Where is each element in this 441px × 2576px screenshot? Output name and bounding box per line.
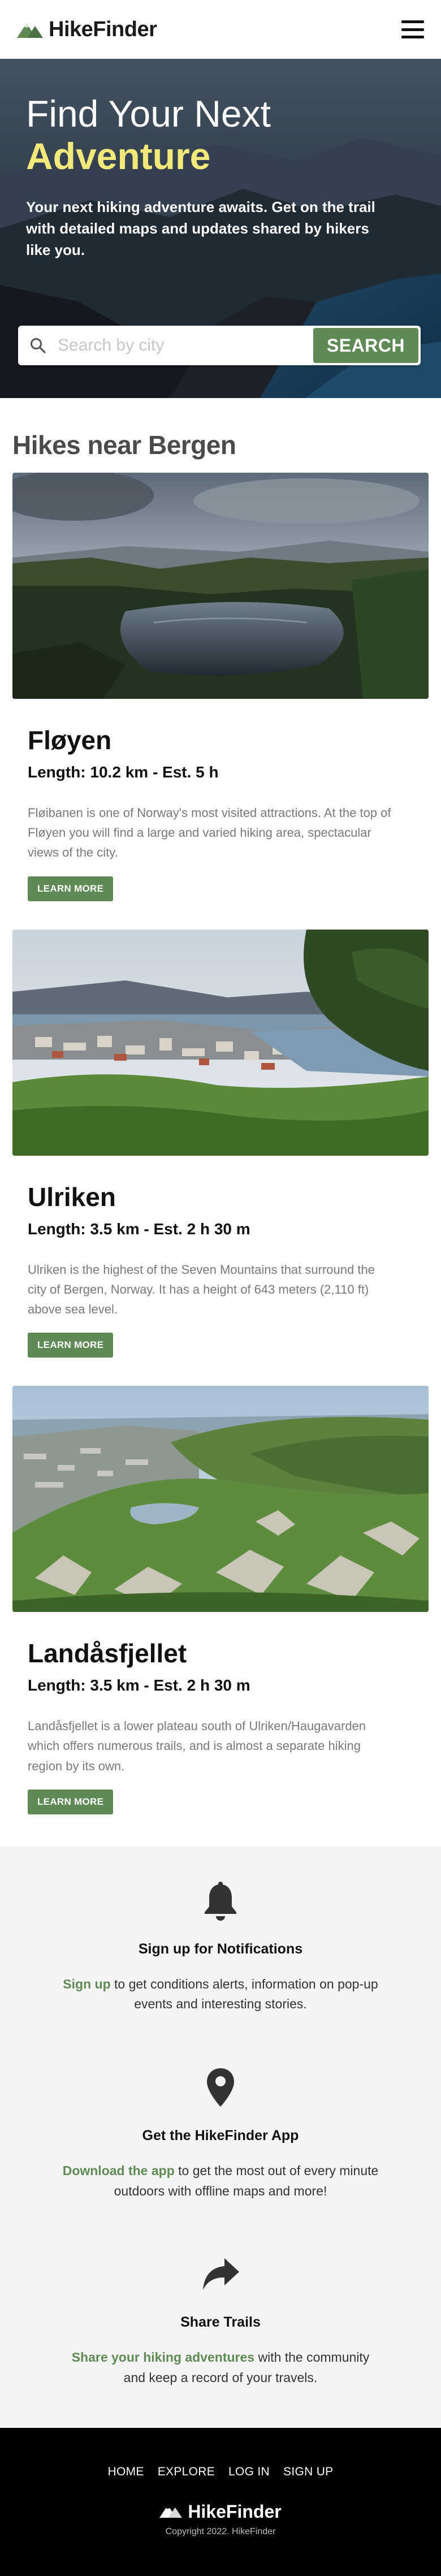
hike-description: Landåsfjellet is a lower plateau south o… (28, 1719, 366, 1773)
hike-body: Ulriken Length: 3.5 km - Est. 2 h 30 m U… (12, 1156, 429, 1386)
sign-up-link[interactable]: Sign up (63, 1977, 110, 1991)
mountain-logo-icon (17, 21, 43, 38)
hero-content: Find Your Next Adventure Your next hikin… (26, 93, 415, 261)
features-section: Sign up for Notifications Sign up to get… (0, 1845, 441, 2428)
search-bar: SEARCH (18, 326, 421, 365)
hike-length: Length: 3.5 km - Est. 2 h 30 m (28, 1676, 250, 1695)
hike-body: Fløyen Length: 10.2 km - Est. 5 h Fløiba… (12, 699, 429, 930)
footer-brand[interactable]: HikeFinder (0, 2501, 441, 2522)
hero-title-highlight: Adventure (26, 135, 211, 177)
feature-title: Sign up for Notifications (138, 1940, 303, 1957)
feature-app: Get the HikeFinder App Download the app … (23, 2067, 418, 2201)
hike-length: Length: 10.2 km - Est. 5 h (28, 763, 219, 781)
feature-notifications: Sign up for Notifications Sign up to get… (23, 1880, 418, 2015)
brand-name: HikeFinder (49, 17, 157, 41)
hike-card-landasfjellet: Landåsfjellet Length: 3.5 km - Est. 2 h … (12, 1386, 429, 1843)
brand[interactable]: HikeFinder (17, 18, 157, 42)
hike-card-floyen: Fløyen Length: 10.2 km - Est. 5 h Fløiba… (12, 473, 429, 930)
hike-description: Fløibanen is one of Norway's most visite… (28, 806, 391, 860)
footer-link-explore[interactable]: EXPLORE (158, 2465, 215, 2479)
feature-title: Share Trails (180, 2314, 261, 2331)
hike-body: Landåsfjellet Length: 3.5 km - Est. 2 h … (12, 1612, 429, 1843)
hamburger-menu-icon[interactable] (401, 20, 424, 38)
footer-brand-name: HikeFinder (188, 2501, 282, 2522)
learn-more-button[interactable]: LEARN MORE (28, 876, 114, 901)
mountain-logo-icon (159, 2503, 183, 2521)
search-button[interactable]: SEARCH (313, 328, 418, 363)
feature-description: to get conditions alerts, information on… (110, 1976, 378, 2012)
site-footer: HOME EXPLORE LOG IN SIGN UP HikeFinder C… (0, 2427, 441, 2576)
copyright: Copyright 2022. HikeFinder (165, 2526, 276, 2536)
learn-more-button[interactable]: LEARN MORE (28, 1333, 114, 1358)
hike-photo-landasfjellet (12, 1386, 429, 1613)
hike-description: Ulriken is the highest of the Seven Moun… (28, 1262, 375, 1316)
hike-name: Ulriken (28, 1182, 116, 1212)
learn-more-button[interactable]: LEARN MORE (28, 1789, 114, 1814)
hike-photo-floyen (12, 473, 429, 699)
footer-link-log-in[interactable]: LOG IN (228, 2465, 270, 2479)
hero-subtitle: Your next hiking adventure awaits. Get o… (26, 198, 375, 258)
hike-length: Length: 3.5 km - Est. 2 h 30 m (28, 1220, 250, 1238)
hike-card-ulriken: Ulriken Length: 3.5 km - Est. 2 h 30 m U… (12, 929, 429, 1386)
download-app-link[interactable]: Download the app (63, 2163, 175, 2178)
hike-name: Fløyen (28, 725, 112, 755)
bell-icon (23, 1880, 418, 1922)
feature-text: Share your hiking adventures with the co… (62, 2348, 379, 2388)
map-pin-icon (23, 2067, 418, 2108)
hero-title: Find Your Next (26, 93, 271, 135)
hike-name: Landåsfjellet (28, 1639, 187, 1669)
share-adventures-link[interactable]: Share your hiking adventures (72, 2350, 254, 2365)
share-icon (23, 2253, 418, 2295)
footer-link-home[interactable]: HOME (108, 2465, 144, 2479)
search-icon (18, 338, 58, 353)
feature-text: Download the app to get the most out of … (62, 2161, 379, 2201)
footer-nav: HOME EXPLORE LOG IN SIGN UP (0, 2465, 441, 2479)
hero: Find Your Next Adventure Your next hikin… (0, 59, 441, 398)
feature-share: Share Trails Share your hiking adventure… (23, 2253, 418, 2388)
site-header: HikeFinder (0, 0, 441, 59)
feature-title: Get the HikeFinder App (142, 2127, 299, 2143)
footer-link-sign-up[interactable]: SIGN UP (283, 2465, 333, 2479)
section-title: Hikes near Bergen (12, 430, 236, 460)
feature-text: Sign up to get conditions alerts, inform… (62, 1974, 379, 2015)
hike-photo-ulriken (12, 929, 429, 1156)
search-input[interactable] (58, 336, 313, 355)
